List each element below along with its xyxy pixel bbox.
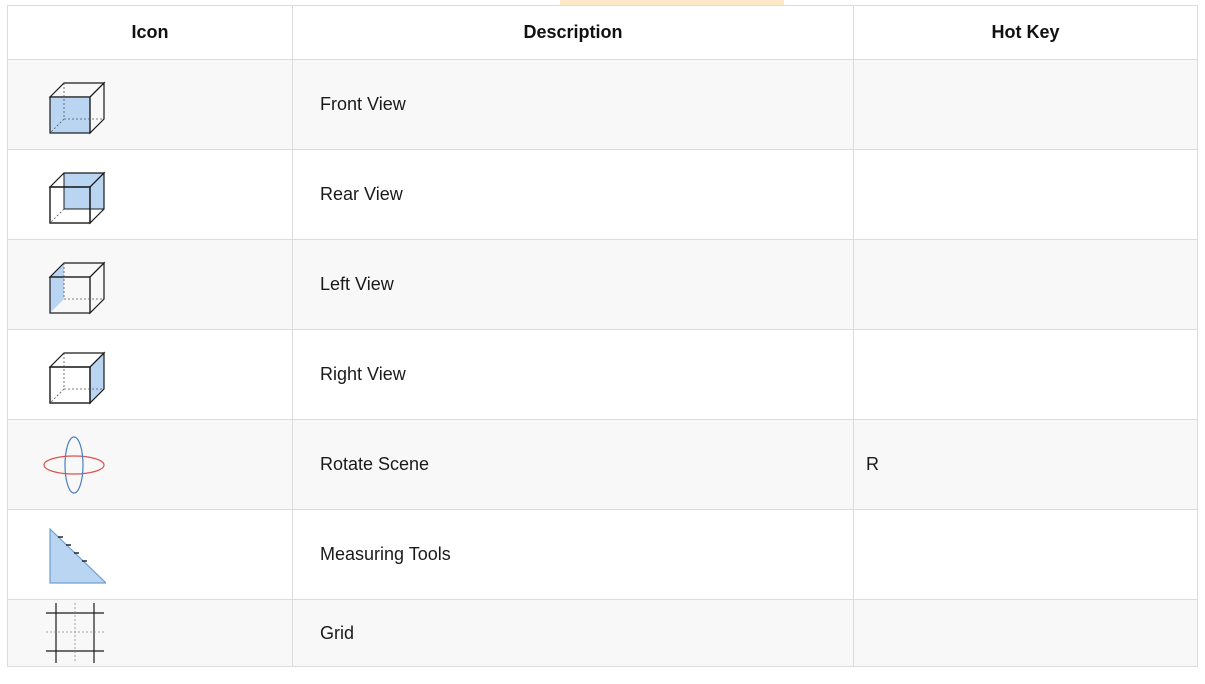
grid-icon[interactable] [42,601,106,665]
row-hotkey [853,239,1198,330]
row-hotkey [853,599,1198,667]
icon-cell [7,239,293,330]
shortcut-reference: Icon Description Hot Key Front View Rear… [0,0,1205,684]
row-hotkey [853,509,1198,600]
rear-view-icon[interactable] [42,163,106,227]
icon-cell [7,599,293,667]
shortcut-table: Icon Description Hot Key Front View Rear… [7,5,1198,667]
column-header-description: Description [292,5,854,60]
table-header-row: Icon Description Hot Key [7,5,1198,60]
row-description: Left View [292,239,854,330]
row-description: Grid [292,599,854,667]
icon-cell [7,419,293,510]
row-hotkey [853,149,1198,240]
icon-cell [7,509,293,600]
table-row: Left View [7,239,1198,330]
row-description: Measuring Tools [292,509,854,600]
left-view-icon[interactable] [42,253,106,317]
icon-cell [7,329,293,420]
row-description: Rotate Scene [292,419,854,510]
table-row: Grid [7,599,1198,667]
row-description: Front View [292,59,854,150]
table-row: Right View [7,329,1198,420]
right-view-icon[interactable] [42,343,106,407]
front-view-icon[interactable] [42,73,106,137]
rotate-scene-icon[interactable] [42,433,106,497]
measuring-tools-icon[interactable] [42,523,106,587]
row-hotkey [853,59,1198,150]
table-row: Rotate Scene R [7,419,1198,510]
row-description: Rear View [292,149,854,240]
table-row: Front View [7,59,1198,150]
row-hotkey: R [853,419,1198,510]
icon-cell [7,149,293,240]
row-hotkey [853,329,1198,420]
table-row: Measuring Tools [7,509,1198,600]
column-header-icon: Icon [7,5,293,60]
table-row: Rear View [7,149,1198,240]
row-description: Right View [292,329,854,420]
column-header-hotkey: Hot Key [853,5,1198,60]
icon-cell [7,59,293,150]
